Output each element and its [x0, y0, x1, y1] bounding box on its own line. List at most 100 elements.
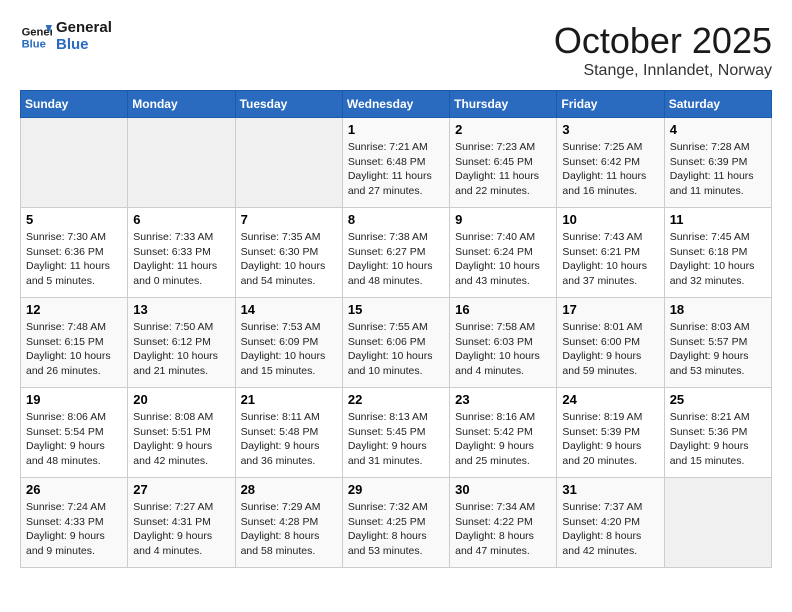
day-info: Sunrise: 8:01 AM Sunset: 6:00 PM Dayligh… — [562, 320, 658, 379]
day-number: 11 — [670, 212, 766, 227]
calendar-cell: 22 Sunrise: 8:13 AM Sunset: 5:45 PM Dayli… — [342, 388, 449, 478]
calendar-cell: 1 Sunrise: 7:21 AM Sunset: 6:48 PM Daylig… — [342, 118, 449, 208]
day-number: 10 — [562, 212, 658, 227]
day-number: 17 — [562, 302, 658, 317]
calendar-cell: 12 Sunrise: 7:48 AM Sunset: 6:15 PM Dayli… — [21, 298, 128, 388]
calendar-cell: 10 Sunrise: 7:43 AM Sunset: 6:21 PM Dayli… — [557, 208, 664, 298]
day-info: Sunrise: 7:30 AM Sunset: 6:36 PM Dayligh… — [26, 230, 122, 289]
calendar-cell: 29 Sunrise: 7:32 AM Sunset: 4:25 PM Dayli… — [342, 478, 449, 568]
day-number: 1 — [348, 122, 444, 137]
day-info: Sunrise: 8:13 AM Sunset: 5:45 PM Dayligh… — [348, 410, 444, 469]
week-row-5: 26Sunrise: 7:24 AM Sunset: 4:33 PM Dayli… — [21, 478, 772, 568]
weekday-header-saturday: Saturday — [664, 91, 771, 118]
calendar-cell: 26Sunrise: 7:24 AM Sunset: 4:33 PM Dayli… — [21, 478, 128, 568]
week-row-4: 19 Sunrise: 8:06 AM Sunset: 5:54 PM Dayli… — [21, 388, 772, 478]
day-info: Sunrise: 7:33 AM Sunset: 6:33 PM Dayligh… — [133, 230, 229, 289]
day-number: 2 — [455, 122, 551, 137]
day-number: 3 — [562, 122, 658, 137]
weekday-header-friday: Friday — [557, 91, 664, 118]
calendar-cell: 19 Sunrise: 8:06 AM Sunset: 5:54 PM Dayli… — [21, 388, 128, 478]
day-number: 20 — [133, 392, 229, 407]
calendar-cell: 25Sunrise: 8:21 AM Sunset: 5:36 PM Dayli… — [664, 388, 771, 478]
calendar-cell: 5 Sunrise: 7:30 AM Sunset: 6:36 PM Daylig… — [21, 208, 128, 298]
day-number: 19 — [26, 392, 122, 407]
day-number: 28 — [241, 482, 337, 497]
calendar-cell — [235, 118, 342, 208]
calendar-cell: 23Sunrise: 8:16 AM Sunset: 5:42 PM Dayli… — [450, 388, 557, 478]
logo-blue: Blue — [56, 37, 112, 54]
svg-text:Blue: Blue — [22, 38, 46, 50]
day-info: Sunrise: 8:03 AM Sunset: 5:57 PM Dayligh… — [670, 320, 766, 379]
day-number: 7 — [241, 212, 337, 227]
day-info: Sunrise: 7:35 AM Sunset: 6:30 PM Dayligh… — [241, 230, 337, 289]
day-number: 15 — [348, 302, 444, 317]
day-info: Sunrise: 7:32 AM Sunset: 4:25 PM Dayligh… — [348, 500, 444, 559]
weekday-header-monday: Monday — [128, 91, 235, 118]
weekday-header-wednesday: Wednesday — [342, 91, 449, 118]
calendar-cell — [21, 118, 128, 208]
day-number: 9 — [455, 212, 551, 227]
day-info: Sunrise: 7:37 AM Sunset: 4:20 PM Dayligh… — [562, 500, 658, 559]
week-row-3: 12 Sunrise: 7:48 AM Sunset: 6:15 PM Dayli… — [21, 298, 772, 388]
day-number: 31 — [562, 482, 658, 497]
day-info: Sunrise: 8:16 AM Sunset: 5:42 PM Dayligh… — [455, 410, 551, 469]
calendar-table: SundayMondayTuesdayWednesdayThursdayFrid… — [20, 90, 772, 568]
day-info: Sunrise: 7:38 AM Sunset: 6:27 PM Dayligh… — [348, 230, 444, 289]
day-number: 30 — [455, 482, 551, 497]
day-info: Sunrise: 7:34 AM Sunset: 4:22 PM Dayligh… — [455, 500, 551, 559]
day-info: Sunrise: 7:28 AM Sunset: 6:39 PM Dayligh… — [670, 140, 766, 199]
day-info: Sunrise: 7:55 AM Sunset: 6:06 PM Dayligh… — [348, 320, 444, 379]
day-number: 22 — [348, 392, 444, 407]
logo-general: General — [56, 20, 112, 37]
calendar-cell: 15 Sunrise: 7:55 AM Sunset: 6:06 PM Dayli… — [342, 298, 449, 388]
calendar-cell — [128, 118, 235, 208]
weekday-header-tuesday: Tuesday — [235, 91, 342, 118]
location: Stange, Innlandet, Norway — [554, 62, 772, 80]
weekday-header-thursday: Thursday — [450, 91, 557, 118]
day-info: Sunrise: 7:53 AM Sunset: 6:09 PM Dayligh… — [241, 320, 337, 379]
calendar-cell: 30 Sunrise: 7:34 AM Sunset: 4:22 PM Dayli… — [450, 478, 557, 568]
day-info: Sunrise: 7:50 AM Sunset: 6:12 PM Dayligh… — [133, 320, 229, 379]
weekday-header-sunday: Sunday — [21, 91, 128, 118]
day-info: Sunrise: 7:23 AM Sunset: 6:45 PM Dayligh… — [455, 140, 551, 199]
calendar-cell: 7 Sunrise: 7:35 AM Sunset: 6:30 PM Daylig… — [235, 208, 342, 298]
day-info: Sunrise: 7:45 AM Sunset: 6:18 PM Dayligh… — [670, 230, 766, 289]
calendar-cell: 24 Sunrise: 8:19 AM Sunset: 5:39 PM Dayli… — [557, 388, 664, 478]
calendar-cell: 3 Sunrise: 7:25 AM Sunset: 6:42 PM Daylig… — [557, 118, 664, 208]
day-number: 29 — [348, 482, 444, 497]
day-info: Sunrise: 7:58 AM Sunset: 6:03 PM Dayligh… — [455, 320, 551, 379]
day-number: 12 — [26, 302, 122, 317]
calendar-cell: 4 Sunrise: 7:28 AM Sunset: 6:39 PM Daylig… — [664, 118, 771, 208]
day-info: Sunrise: 7:25 AM Sunset: 6:42 PM Dayligh… — [562, 140, 658, 199]
page-header: General Blue General Blue October 2025 S… — [20, 20, 772, 80]
day-info: Sunrise: 7:48 AM Sunset: 6:15 PM Dayligh… — [26, 320, 122, 379]
day-number: 13 — [133, 302, 229, 317]
weekday-header-row: SundayMondayTuesdayWednesdayThursdayFrid… — [21, 91, 772, 118]
day-info: Sunrise: 8:21 AM Sunset: 5:36 PM Dayligh… — [670, 410, 766, 469]
day-info: Sunrise: 7:43 AM Sunset: 6:21 PM Dayligh… — [562, 230, 658, 289]
day-number: 27 — [133, 482, 229, 497]
day-number: 5 — [26, 212, 122, 227]
calendar-cell: 18 Sunrise: 8:03 AM Sunset: 5:57 PM Dayli… — [664, 298, 771, 388]
calendar-cell: 17 Sunrise: 8:01 AM Sunset: 6:00 PM Dayli… — [557, 298, 664, 388]
logo: General Blue General Blue — [20, 20, 112, 53]
month-title: October 2025 — [554, 20, 772, 62]
logo-icon: General Blue — [20, 21, 52, 53]
day-info: Sunrise: 7:21 AM Sunset: 6:48 PM Dayligh… — [348, 140, 444, 199]
day-info: Sunrise: 8:06 AM Sunset: 5:54 PM Dayligh… — [26, 410, 122, 469]
calendar-cell: 11 Sunrise: 7:45 AM Sunset: 6:18 PM Dayli… — [664, 208, 771, 298]
calendar-cell: 6Sunrise: 7:33 AM Sunset: 6:33 PM Daylig… — [128, 208, 235, 298]
calendar-cell: 9 Sunrise: 7:40 AM Sunset: 6:24 PM Daylig… — [450, 208, 557, 298]
calendar-cell: 21Sunrise: 8:11 AM Sunset: 5:48 PM Dayli… — [235, 388, 342, 478]
title-section: October 2025 Stange, Innlandet, Norway — [554, 20, 772, 80]
day-number: 4 — [670, 122, 766, 137]
calendar-cell: 16Sunrise: 7:58 AM Sunset: 6:03 PM Dayli… — [450, 298, 557, 388]
day-number: 24 — [562, 392, 658, 407]
day-info: Sunrise: 7:40 AM Sunset: 6:24 PM Dayligh… — [455, 230, 551, 289]
calendar-cell: 28Sunrise: 7:29 AM Sunset: 4:28 PM Dayli… — [235, 478, 342, 568]
week-row-2: 5 Sunrise: 7:30 AM Sunset: 6:36 PM Daylig… — [21, 208, 772, 298]
day-info: Sunrise: 8:19 AM Sunset: 5:39 PM Dayligh… — [562, 410, 658, 469]
calendar-cell: 27Sunrise: 7:27 AM Sunset: 4:31 PM Dayli… — [128, 478, 235, 568]
day-number: 21 — [241, 392, 337, 407]
day-number: 18 — [670, 302, 766, 317]
